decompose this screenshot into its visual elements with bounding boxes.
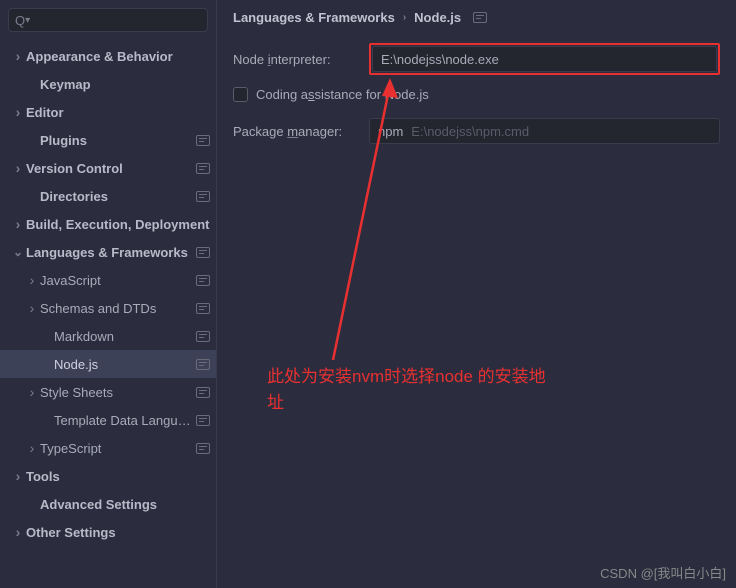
sidebar-item-label: TypeScript: [40, 441, 192, 456]
scope-badge-icon: [196, 387, 210, 398]
sidebar-item-label: Schemas and DTDs: [40, 301, 192, 316]
sidebar-item-markdown[interactable]: Markdown: [0, 322, 216, 350]
chevron-icon: [12, 528, 24, 537]
sidebar-item-languages-frameworks[interactable]: Languages & Frameworks: [0, 238, 216, 266]
watermark: CSDN @[我叫白小白]: [600, 563, 726, 582]
sidebar-item-editor[interactable]: Editor: [0, 98, 216, 126]
sidebar-item-label: Tools: [26, 469, 210, 484]
search-input[interactable]: [34, 13, 201, 28]
coding-assistance-checkbox[interactable]: [233, 87, 248, 102]
scope-badge-icon: [473, 12, 487, 23]
sidebar-item-plugins[interactable]: Plugins: [0, 126, 216, 154]
coding-assistance-label: Coding assistance for Node.js: [256, 87, 429, 102]
chevron-icon: [12, 248, 24, 257]
interpreter-value: E:\nodejss\node.exe: [381, 52, 708, 67]
scope-badge-icon: [196, 359, 210, 370]
sidebar-item-label: Template Data Languages: [54, 413, 192, 428]
scope-badge-icon: [196, 191, 210, 202]
sidebar-item-label: Build, Execution, Deployment: [26, 217, 210, 232]
sidebar-item-node-js[interactable]: Node.js: [0, 350, 216, 378]
sidebar-item-label: Languages & Frameworks: [26, 245, 192, 260]
sidebar-item-style-sheets[interactable]: Style Sheets: [0, 378, 216, 406]
package-manager-row: Package manager: npm E:\nodejss\npm.cmd: [233, 118, 720, 144]
chevron-icon: [12, 52, 24, 61]
scope-badge-icon: [196, 247, 210, 258]
annotation-text: 此处为安装nvm时选择node 的安装地址: [267, 364, 547, 415]
package-manager-path: E:\nodejss\npm.cmd: [411, 124, 529, 139]
scope-badge-icon: [196, 275, 210, 286]
sidebar-item-label: Advanced Settings: [40, 497, 210, 512]
scope-badge-icon: [196, 443, 210, 454]
settings-main: Languages & Frameworks › Node.js Node in…: [217, 0, 736, 588]
interpreter-label: Node interpreter:: [233, 52, 359, 67]
sidebar-item-label: Other Settings: [26, 525, 210, 540]
scope-badge-icon: [196, 303, 210, 314]
sidebar-item-javascript[interactable]: JavaScript: [0, 266, 216, 294]
sidebar-item-other-settings[interactable]: Other Settings: [0, 518, 216, 546]
breadcrumb: Languages & Frameworks › Node.js: [233, 10, 720, 25]
coding-assistance-row[interactable]: Coding assistance for Node.js: [233, 87, 720, 102]
breadcrumb-current: Node.js: [414, 10, 461, 25]
sidebar-search-row: Q ▾: [0, 0, 216, 38]
package-manager-value: npm: [378, 124, 403, 139]
sidebar-search[interactable]: Q ▾: [8, 8, 208, 32]
breadcrumb-root[interactable]: Languages & Frameworks: [233, 10, 395, 25]
sidebar-item-label: Style Sheets: [40, 385, 192, 400]
interpreter-field[interactable]: E:\nodejss\node.exe: [372, 46, 717, 72]
chevron-right-icon: ›: [403, 12, 406, 23]
sidebar-item-keymap[interactable]: Keymap: [0, 70, 216, 98]
sidebar-item-label: Node.js: [54, 357, 192, 372]
annotation-highlight: E:\nodejss\node.exe: [369, 43, 720, 75]
sidebar-item-tools[interactable]: Tools: [0, 462, 216, 490]
sidebar-item-version-control[interactable]: Version Control: [0, 154, 216, 182]
sidebar-item-schemas-and-dtds[interactable]: Schemas and DTDs: [0, 294, 216, 322]
sidebar-item-template-data-languages[interactable]: Template Data Languages: [0, 406, 216, 434]
sidebar-item-typescript[interactable]: TypeScript: [0, 434, 216, 462]
sidebar-item-label: Appearance & Behavior: [26, 49, 210, 64]
settings-tree[interactable]: Appearance & Behavior Keymap Editor Plugins…: [0, 38, 216, 588]
package-manager-field[interactable]: npm E:\nodejss\npm.cmd: [369, 118, 720, 144]
chevron-icon: [12, 472, 24, 481]
sidebar-item-label: Keymap: [40, 77, 210, 92]
scope-badge-icon: [196, 163, 210, 174]
interpreter-row: Node interpreter: E:\nodejss\node.exe: [233, 43, 720, 75]
sidebar-item-directories[interactable]: Directories: [0, 182, 216, 210]
sidebar-item-advanced-settings[interactable]: Advanced Settings: [0, 490, 216, 518]
chevron-icon: [26, 304, 38, 313]
sidebar-item-label: Markdown: [54, 329, 192, 344]
search-chevron-icon: ▾: [25, 15, 30, 26]
sidebar-item-label: Editor: [26, 105, 210, 120]
sidebar-item-label: JavaScript: [40, 273, 192, 288]
scope-badge-icon: [196, 415, 210, 426]
sidebar-item-build-execution-deployment[interactable]: Build, Execution, Deployment: [0, 210, 216, 238]
sidebar-item-appearance-behavior[interactable]: Appearance & Behavior: [0, 42, 216, 70]
chevron-icon: [12, 164, 24, 173]
chevron-icon: [12, 220, 24, 229]
sidebar-item-label: Version Control: [26, 161, 192, 176]
package-manager-label: Package manager:: [233, 124, 359, 139]
chevron-icon: [26, 388, 38, 397]
chevron-icon: [12, 108, 24, 117]
chevron-icon: [26, 276, 38, 285]
settings-sidebar: Q ▾ Appearance & Behavior Keymap Editor Plu…: [0, 0, 217, 588]
search-icon: Q: [15, 13, 25, 28]
scope-badge-icon: [196, 331, 210, 342]
chevron-icon: [26, 444, 38, 453]
sidebar-item-label: Directories: [40, 189, 192, 204]
sidebar-item-label: Plugins: [40, 133, 192, 148]
scope-badge-icon: [196, 135, 210, 146]
